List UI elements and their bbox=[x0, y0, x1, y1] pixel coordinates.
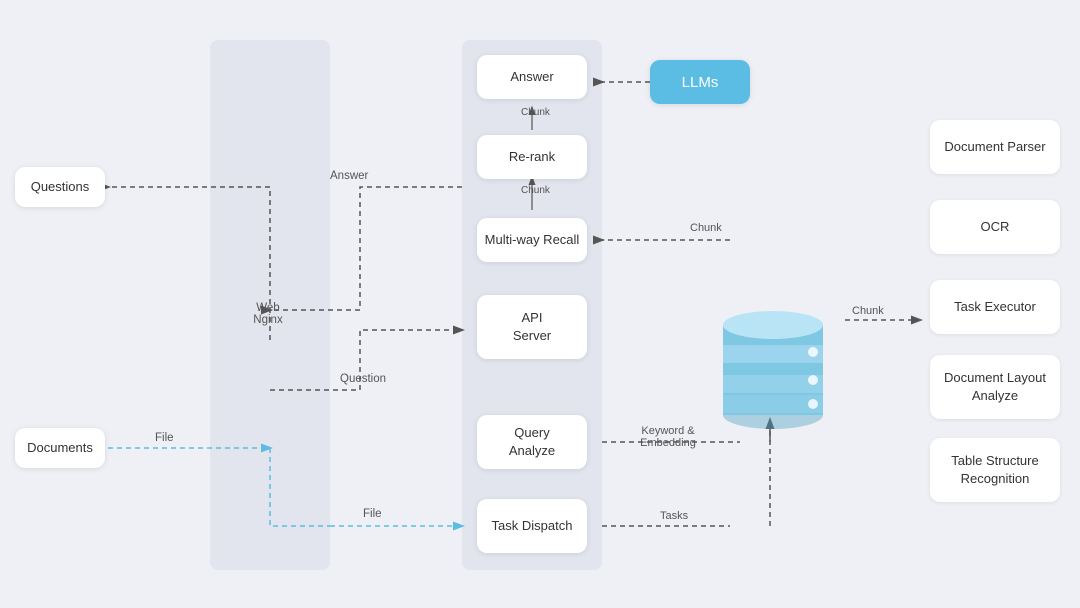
chunk-label-executor: Chunk bbox=[852, 305, 884, 317]
query-analyze-box: QueryAnalyze bbox=[477, 415, 587, 469]
table-struct-box: Table StructureRecognition bbox=[930, 438, 1060, 502]
database-cylinder bbox=[718, 280, 828, 430]
web-nginx-label: WebNginx bbox=[228, 302, 308, 326]
question-label: Question bbox=[340, 373, 386, 385]
task-executor-box: Task Executor bbox=[930, 280, 1060, 334]
api-server-box: APIServer bbox=[477, 295, 587, 359]
file-label-1: File bbox=[155, 432, 174, 444]
answer-label-top: Answer bbox=[330, 170, 368, 182]
file-label-2: File bbox=[363, 508, 382, 520]
task-dispatch-box: Task Dispatch bbox=[477, 499, 587, 553]
doc-layout-box: Document LayoutAnalyze bbox=[930, 355, 1060, 419]
multiway-box: Multi-way Recall bbox=[477, 218, 587, 262]
keyword-label: Keyword &Embedding bbox=[618, 425, 718, 449]
documents-box: Documents bbox=[15, 428, 105, 468]
chunk-label-2: Chunk bbox=[521, 185, 550, 196]
llms-box: LLMs bbox=[650, 60, 750, 104]
answer-box: Answer bbox=[477, 55, 587, 99]
ocr-box: OCR bbox=[930, 200, 1060, 254]
rerank-box: Re-rank bbox=[477, 135, 587, 179]
chunk-label-db: Chunk bbox=[690, 222, 722, 234]
chunk-label-1: Chunk bbox=[521, 107, 550, 118]
doc-parser-box: Document Parser bbox=[930, 120, 1060, 174]
tasks-label: Tasks bbox=[660, 510, 688, 522]
questions-box: Questions bbox=[15, 167, 105, 207]
